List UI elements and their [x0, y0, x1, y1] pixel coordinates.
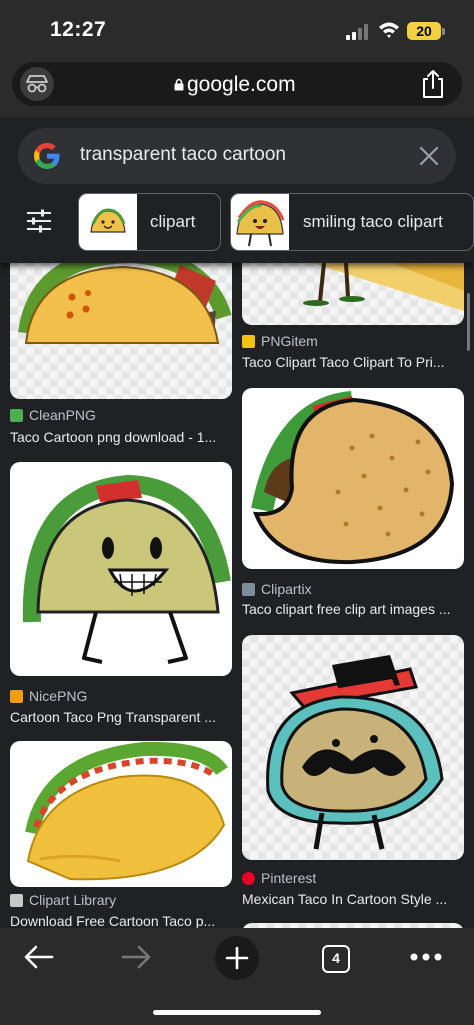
forward-arrow-icon[interactable] [121, 944, 153, 970]
more-icon[interactable] [409, 952, 443, 962]
lock-icon [174, 78, 184, 91]
image-results-grid: CleanPNG Taco Cartoon png download - 1..… [0, 263, 474, 928]
battery-tip [442, 28, 445, 35]
result-source: NicePNG [10, 688, 87, 704]
result-image[interactable] [10, 263, 232, 399]
favicon [242, 335, 255, 348]
chip-thumbnail [231, 194, 289, 250]
result-title[interactable]: Taco Cartoon png download - 1... [10, 429, 230, 445]
tab-switcher-button[interactable]: 4 [322, 945, 350, 973]
home-indicator[interactable] [153, 1010, 321, 1015]
back-arrow-icon[interactable] [22, 944, 54, 970]
chip-label: clipart [150, 212, 196, 231]
result-title[interactable]: Taco Clipart Taco Clipart To Pri... [242, 354, 464, 370]
bottom-toolbar: 4 [0, 928, 474, 1025]
search-input[interactable]: transparent taco cartoon [80, 144, 286, 166]
result-image[interactable] [242, 388, 464, 569]
status-bar: 12:27 20 [0, 0, 474, 60]
result-title[interactable]: Cartoon Taco Png Transparent ... [10, 709, 230, 725]
result-image[interactable] [10, 462, 232, 676]
favicon [10, 409, 23, 422]
scrollbar[interactable] [467, 293, 470, 351]
clear-icon[interactable] [418, 145, 440, 167]
result-source: Clipartix [242, 581, 312, 597]
address-bar[interactable]: google.com [12, 62, 462, 106]
chip-thumbnail [79, 194, 137, 250]
result-source: CleanPNG [10, 407, 96, 423]
result-source: Pinterest [242, 870, 316, 886]
incognito-icon[interactable] [20, 67, 54, 101]
favicon [10, 690, 23, 703]
result-title[interactable]: Mexican Taco In Cartoon Style ... [242, 891, 464, 907]
signal-icon [346, 24, 372, 40]
chip-clipart[interactable]: clipart [78, 193, 221, 251]
chip-smiling-taco-clipart[interactable]: smiling taco clipart [230, 193, 474, 251]
result-image[interactable] [242, 635, 464, 860]
result-source: Clipart Library [10, 892, 116, 908]
status-time: 12:27 [50, 18, 107, 41]
plus-icon [225, 946, 249, 970]
result-title[interactable]: Taco clipart free clip art images ... [242, 601, 464, 617]
new-tab-button[interactable] [215, 936, 259, 980]
browser-toolbar: google.com [0, 60, 474, 118]
google-logo-icon [34, 143, 60, 169]
filter-icon[interactable] [26, 209, 52, 233]
result-source: PNGitem [242, 333, 318, 349]
url-text[interactable]: google.com [187, 73, 296, 97]
favicon [242, 583, 255, 596]
battery-level: 20 [407, 22, 441, 40]
result-image[interactable] [242, 263, 464, 325]
wifi-icon [379, 22, 399, 38]
search-header: transparent taco cartoon clipart smiling… [0, 118, 474, 263]
search-box[interactable]: transparent taco cartoon [18, 128, 456, 184]
chip-label: smiling taco clipart [303, 212, 443, 231]
share-icon[interactable] [420, 69, 446, 99]
result-title[interactable]: Download Free Cartoon Taco p... [10, 913, 230, 928]
result-image[interactable] [10, 741, 232, 887]
favicon [242, 872, 255, 885]
favicon [10, 894, 23, 907]
